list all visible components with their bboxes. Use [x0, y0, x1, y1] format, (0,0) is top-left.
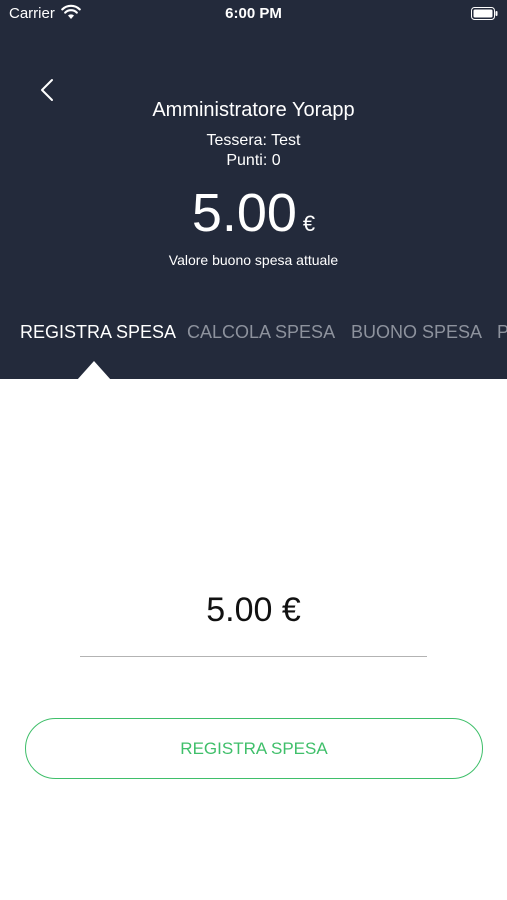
clock: 6:00 PM [225, 5, 282, 22]
tab-registra-spesa[interactable]: REGISTRA SPESA [20, 322, 176, 343]
status-bar: Carrier 6:00 PM [0, 0, 507, 28]
active-tab-indicator [77, 361, 111, 380]
user-name: Amministratore Yorapp [152, 99, 355, 121]
tab-calcola-spesa[interactable]: CALCOLA SPESA [187, 322, 335, 343]
card-label: Tessera: Test [206, 132, 301, 149]
register-expense-button[interactable]: REGISTRA SPESA [25, 718, 483, 779]
chevron-left-icon [41, 79, 53, 101]
amount-input[interactable]: 5.00 € [0, 591, 507, 630]
points-label: Punti: 0 [226, 152, 281, 169]
tab-partial[interactable]: P [497, 322, 507, 343]
header: Carrier 6:00 PM Amministratore Yorapp Te… [0, 0, 507, 379]
voucher-amount-display: 5.00 € [0, 182, 507, 244]
voucher-currency: € [302, 211, 316, 236]
amount-input-underline [80, 656, 427, 657]
tab-bar: REGISTRA SPESA CALCOLA SPESA BUONO SPESA… [0, 318, 507, 350]
voucher-amount: 5.00 [191, 183, 297, 243]
battery-icon [471, 7, 498, 20]
voucher-caption: Valore buono spesa attuale [168, 252, 339, 268]
tab-buono-spesa[interactable]: BUONO SPESA [351, 322, 482, 343]
